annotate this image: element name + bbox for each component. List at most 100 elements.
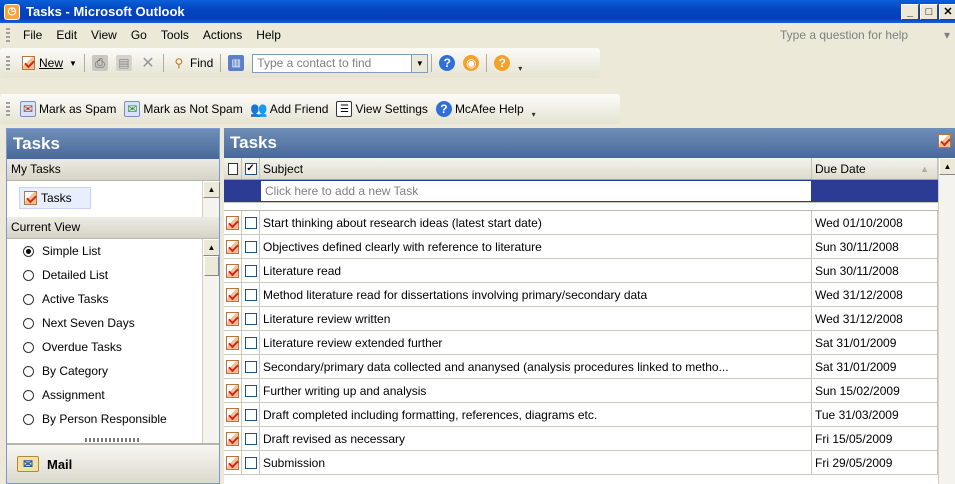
complete-checkbox[interactable] [244, 312, 257, 325]
complete-checkbox[interactable] [244, 240, 257, 253]
complete-cell[interactable] [242, 451, 260, 474]
task-due-date[interactable]: Fri 29/05/2009 [812, 451, 938, 474]
column-header-complete[interactable]: ✓ [242, 158, 260, 179]
complete-checkbox[interactable] [244, 432, 257, 445]
task-due-date[interactable]: Wed 31/12/2008 [812, 283, 938, 306]
task-row[interactable]: Objectives defined clearly with referenc… [224, 235, 955, 259]
view-option-assignment[interactable]: Assignment [7, 383, 219, 407]
address-book-button[interactable]: ▥ [224, 52, 248, 74]
column-header-icon[interactable] [224, 158, 242, 179]
contact-dropdown-arrow[interactable]: ▼ [412, 53, 429, 73]
minimize-button[interactable]: _ [901, 3, 919, 20]
task-row[interactable]: Submission Fri 29/05/2009 [224, 451, 955, 475]
pane-splitter[interactable] [85, 438, 141, 442]
menu-file[interactable]: File [16, 28, 49, 42]
nav-button-mail[interactable]: ✉ Mail [7, 443, 219, 483]
menu-edit[interactable]: Edit [49, 28, 84, 42]
menu-grip[interactable] [6, 28, 10, 42]
mcafee-help-button[interactable]: ? McAfee Help [432, 98, 528, 120]
scroll-up-arrow[interactable]: ▲ [939, 158, 955, 175]
task-subject[interactable]: Submission [260, 451, 812, 474]
menu-view[interactable]: View [84, 28, 124, 42]
task-subject[interactable]: Method literature read for dissertations… [260, 283, 812, 306]
complete-cell[interactable] [242, 331, 260, 354]
close-button[interactable]: ✕ [939, 3, 955, 20]
menu-actions[interactable]: Actions [196, 28, 249, 42]
menu-go[interactable]: Go [124, 28, 154, 42]
current-view-header[interactable]: Current View [7, 217, 219, 239]
task-row[interactable]: Method literature read for dissertations… [224, 283, 955, 307]
task-subject[interactable]: Draft completed including formatting, re… [260, 403, 812, 426]
new-button[interactable]: New ▼ [16, 52, 81, 74]
new-task-input[interactable]: Click here to add a new Task [260, 180, 812, 202]
new-task-due-cell[interactable] [812, 180, 938, 202]
help-question-box[interactable]: Type a question for help ▾ [775, 25, 955, 45]
task-row[interactable]: Literature review written Wed 31/12/2008 [224, 307, 955, 331]
help-button[interactable]: ? [435, 52, 459, 74]
security-button[interactable]: ◉ [459, 52, 483, 74]
print-button[interactable]: ⎙ [88, 52, 112, 74]
task-row[interactable]: Secondary/primary data collected and ana… [224, 355, 955, 379]
radio[interactable] [23, 389, 34, 401]
toolbar-grip[interactable] [6, 102, 10, 116]
task-due-date[interactable]: Wed 31/12/2008 [812, 307, 938, 330]
task-due-date[interactable]: Sun 30/11/2008 [812, 235, 938, 258]
task-row[interactable]: Further writing up and analysis Sun 15/02… [224, 379, 955, 403]
complete-cell[interactable] [242, 427, 260, 450]
scroll-thumb[interactable] [204, 256, 219, 276]
scroll-up-arrow[interactable]: ▲ [203, 181, 220, 198]
view-option-overdue-tasks[interactable]: Overdue Tasks [7, 335, 219, 359]
menu-help[interactable]: Help [249, 28, 288, 42]
task-row[interactable]: Start thinking about research ideas (lat… [224, 211, 955, 235]
task-due-date[interactable]: Wed 01/10/2008 [812, 211, 938, 234]
view-option-by-person-responsible[interactable]: By Person Responsible [7, 407, 219, 431]
add-friend-button[interactable]: 👥 Add Friend [247, 98, 333, 120]
view-option-by-category[interactable]: By Category [7, 359, 219, 383]
my-tasks-header[interactable]: My Tasks [7, 159, 219, 181]
task-subject[interactable]: Further writing up and analysis [260, 379, 812, 402]
complete-cell[interactable] [242, 259, 260, 282]
chevron-down-icon[interactable]: ▼ [69, 59, 77, 68]
complete-checkbox[interactable] [244, 408, 257, 421]
folders-scrollbar[interactable]: ▲ [202, 181, 220, 217]
complete-checkbox[interactable] [244, 384, 257, 397]
maximize-button[interactable]: □ [920, 3, 938, 20]
complete-checkbox[interactable] [244, 360, 257, 373]
radio[interactable] [23, 341, 34, 353]
task-row[interactable]: Literature read Sun 30/11/2008 [224, 259, 955, 283]
find-button[interactable]: ⚲ Find [167, 52, 217, 74]
mark-as-spam-button[interactable]: ✉ Mark as Spam [16, 98, 120, 120]
scroll-up-arrow[interactable]: ▲ [203, 239, 219, 256]
complete-checkbox[interactable] [244, 264, 257, 277]
radio[interactable] [23, 269, 34, 281]
task-due-date[interactable]: Tue 31/03/2009 [812, 403, 938, 426]
complete-checkbox[interactable] [244, 336, 257, 349]
contact-search-input[interactable]: Type a contact to find [252, 53, 413, 73]
menu-tools[interactable]: Tools [154, 28, 196, 42]
view-settings-button[interactable]: ☰ View Settings [332, 98, 432, 120]
radio-selected[interactable] [23, 245, 34, 257]
task-due-date[interactable]: Sat 31/01/2009 [812, 355, 938, 378]
view-option-simple-list[interactable]: Simple List [7, 239, 219, 263]
task-row[interactable]: Draft completed including formatting, re… [224, 403, 955, 427]
column-header-subject[interactable]: Subject [260, 158, 812, 179]
toolbar-options-icon[interactable]: ▾ [532, 99, 540, 119]
mark-as-not-spam-button[interactable]: ✉ Mark as Not Spam [120, 98, 246, 120]
complete-cell[interactable] [242, 307, 260, 330]
view-option-active-tasks[interactable]: Active Tasks [7, 287, 219, 311]
radio[interactable] [23, 365, 34, 377]
complete-cell[interactable] [242, 403, 260, 426]
view-option-next-seven-days[interactable]: Next Seven Days [7, 311, 219, 335]
task-row[interactable]: Literature review extended further Sat 31… [224, 331, 955, 355]
task-due-date[interactable]: Sun 30/11/2008 [812, 259, 938, 282]
task-due-date[interactable]: Sun 15/02/2009 [812, 379, 938, 402]
new-task-row[interactable]: Click here to add a new Task [224, 180, 955, 203]
task-due-date[interactable]: Sat 31/01/2009 [812, 331, 938, 354]
task-subject[interactable]: Objectives defined clearly with referenc… [260, 235, 812, 258]
radio[interactable] [23, 317, 34, 329]
column-header-due-date[interactable]: Due Date ▲ [812, 158, 938, 179]
task-due-date[interactable]: Fri 15/05/2009 [812, 427, 938, 450]
complete-cell[interactable] [242, 355, 260, 378]
task-subject[interactable]: Secondary/primary data collected and ana… [260, 355, 812, 378]
folder-item-tasks[interactable]: Tasks [19, 187, 91, 209]
